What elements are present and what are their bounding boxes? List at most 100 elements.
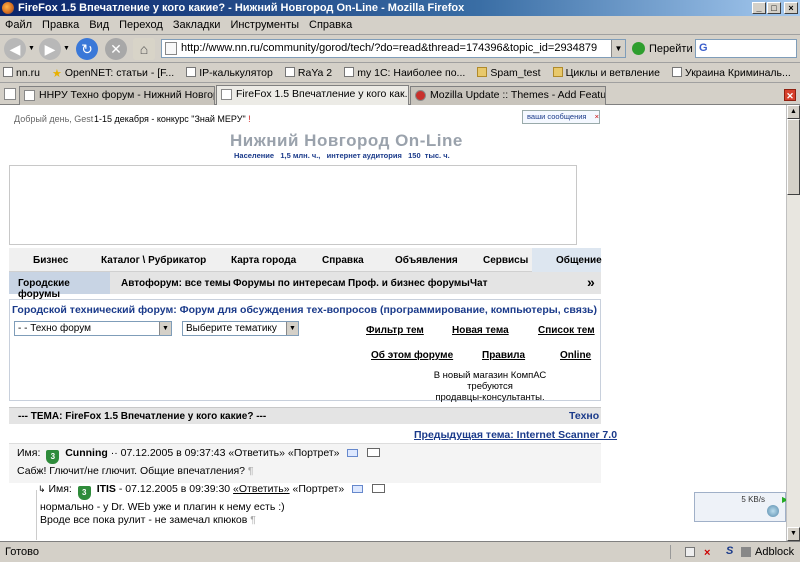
security-icon[interactable]	[685, 547, 695, 557]
message-box-icon[interactable]	[367, 448, 381, 457]
forward-dropdown-icon[interactable]: ▼	[63, 45, 70, 52]
subnav-autoforum[interactable]: Автофорум: все темы	[121, 278, 231, 289]
menu-go[interactable]: Переход	[114, 16, 168, 31]
firefox-icon	[2, 2, 14, 14]
address-bar[interactable]: http://www.nn.ru/community/gorod/tech/?d…	[161, 39, 626, 58]
banner-area	[9, 165, 577, 245]
portrait-link[interactable]: «Портрет»	[288, 447, 340, 459]
address-text: http://www.nn.ru/community/gorod/tech/?d…	[181, 42, 598, 54]
forward-button[interactable]: ▶	[39, 38, 61, 60]
menu-tools[interactable]: Инструменты	[225, 16, 304, 31]
bookmark-item[interactable]: Spam_test	[474, 67, 541, 79]
go-button[interactable]: Перейти	[632, 42, 693, 55]
post-author[interactable]: ITIS	[97, 483, 116, 495]
category-ads[interactable]: Объявления	[395, 255, 458, 266]
globe-icon	[767, 505, 779, 517]
back-dropdown-icon[interactable]: ▼	[28, 45, 35, 52]
mozilla-icon	[415, 90, 426, 101]
menu-file[interactable]: Файл	[0, 16, 37, 31]
category-reference[interactable]: Справка	[322, 255, 364, 266]
scroll-thumb[interactable]	[787, 119, 800, 195]
post-header: ↳ Имя: 3 ITIS - 07.12.2005 в 09:39:30 «О…	[38, 483, 385, 500]
bookmark-item[interactable]: ★ OpenNET: статьи - [F...	[49, 67, 174, 80]
scroll-down-icon[interactable]: ▼	[787, 527, 800, 541]
home-button[interactable]: ⌂	[133, 38, 155, 60]
contest-link[interactable]: 1-15 декабря - конкурс "Знай МЕРУ" !	[94, 114, 251, 124]
mail-icon[interactable]	[352, 485, 364, 493]
block-icon[interactable]: ×	[704, 544, 710, 562]
messages-button[interactable]: ваши сообщения ×	[522, 110, 600, 124]
category-business[interactable]: Бизнес	[33, 255, 68, 266]
address-dropdown-icon[interactable]: ▼	[611, 40, 625, 57]
page-icon	[284, 67, 295, 77]
mail-icon[interactable]	[347, 449, 359, 457]
maximize-button[interactable]: □	[767, 2, 781, 14]
rules-link[interactable]: Правила	[482, 350, 525, 361]
folder-icon	[552, 67, 563, 77]
menu-help[interactable]: Справка	[304, 16, 357, 31]
addon-icon[interactable]	[741, 547, 751, 557]
subnav-more-icon[interactable]: »	[587, 274, 595, 290]
about-forum-link[interactable]: Об этом форуме	[371, 350, 453, 361]
filter-topics-link[interactable]: Фильтр тем	[366, 325, 424, 336]
bookmark-item[interactable]: Циклы и ветвление	[550, 67, 660, 79]
shop-ad[interactable]: В новый магазин КомпАС требуются продавц…	[414, 370, 566, 403]
adblock-label[interactable]: Adblock	[755, 543, 794, 561]
bookmark-item[interactable]: RaYa 2	[282, 67, 332, 79]
bookmark-item[interactable]: Украина Криминаль...	[669, 67, 791, 79]
reply-link[interactable]: «Ответить»	[228, 447, 285, 459]
back-button[interactable]: ◀	[4, 38, 26, 60]
close-tab-button[interactable]: ✕	[784, 89, 796, 101]
subnav-interest-forums[interactable]: Форумы по интересам	[233, 278, 346, 289]
page-icon	[672, 67, 682, 77]
new-topic-link[interactable]: Новая тема	[452, 325, 509, 336]
go-label: Перейти	[649, 43, 693, 55]
message-box-icon[interactable]	[372, 484, 385, 493]
page-icon	[3, 67, 13, 77]
menu-view[interactable]: Вид	[84, 16, 114, 31]
topic-section-link[interactable]: Техно	[569, 410, 599, 422]
topic-list-link[interactable]: Список тем	[538, 325, 595, 336]
post-header: Имя: 3 Cunning ·· 07.12.2005 в 09:37:43 …	[17, 447, 381, 464]
reload-button[interactable]: ↻	[76, 38, 98, 60]
vertical-scrollbar[interactable]: ▲ ▼	[786, 105, 800, 541]
category-catalog[interactable]: Каталог \ Рубрикатор	[101, 255, 206, 266]
online-link[interactable]: Online	[560, 350, 591, 361]
window-titlebar: FireFox 1.5 Впечатление у кого какие? - …	[0, 0, 800, 16]
portrait-link[interactable]: «Портрет»	[293, 483, 345, 495]
site-logo[interactable]: Нижний Новгород On-Line	[230, 131, 463, 151]
category-communication[interactable]: Общение	[532, 248, 602, 272]
tab-nnru-forum[interactable]: ННРУ Техно форум - Нижний Новгород ...	[19, 86, 215, 105]
stop-button[interactable]: ✕	[105, 38, 127, 60]
tab-mozilla-update[interactable]: Mozilla Update :: Themes - Add Features …	[410, 86, 606, 105]
bookmark-item[interactable]: nn.ru	[0, 67, 40, 79]
bookmark-item[interactable]: my 1С: Наиболее по...	[341, 67, 465, 79]
category-city-map[interactable]: Карта города	[231, 255, 296, 266]
menu-bookmarks[interactable]: Закладки	[168, 16, 226, 31]
forum-title: Городской технический форум: Форум для о…	[12, 304, 598, 316]
go-icon	[632, 42, 645, 55]
category-services[interactable]: Сервисы	[483, 255, 528, 266]
minimize-button[interactable]: _	[752, 2, 766, 14]
reply-link[interactable]: «Ответить»	[233, 483, 290, 495]
page-icon	[24, 90, 35, 101]
new-tab-icon[interactable]	[4, 88, 16, 100]
forum-select[interactable]: - - Техно форум ▼	[14, 321, 172, 336]
topic-header: --- ТЕМА: FireFox 1.5 Впечатление у кого…	[9, 407, 601, 424]
post-author[interactable]: Cunning	[65, 447, 108, 459]
subnav-city-forums[interactable]: Городские форумы	[9, 272, 110, 300]
bookmark-item[interactable]: IP-калькулятор	[183, 67, 273, 79]
close-window-button[interactable]: ×	[784, 2, 798, 14]
prev-topic-link[interactable]: Предыдущая тема: Internet Scanner 7.0	[414, 429, 617, 441]
subnav-business-forums[interactable]: Проф. и бизнес форумы	[348, 278, 470, 289]
subnav-chat[interactable]: Чат	[470, 278, 488, 289]
scroll-up-icon[interactable]: ▲	[787, 105, 800, 119]
window-title: FireFox 1.5 Впечатление у кого какие? - …	[18, 2, 465, 14]
navigation-toolbar: ◀ ▼ ▶ ▼ ↻ ✕ ⌂ http://www.nn.ru/community…	[0, 35, 800, 63]
si-icon[interactable]: S	[726, 542, 733, 560]
menu-edit[interactable]: Правка	[37, 16, 84, 31]
speed-widget[interactable]: 5 KB/s ▶	[694, 492, 788, 522]
tab-firefox-topic[interactable]: FireFox 1.5 Впечатление у кого как...	[216, 85, 409, 105]
search-box[interactable]: G	[695, 39, 797, 58]
theme-select[interactable]: Выберите тематику ▼	[182, 321, 299, 336]
